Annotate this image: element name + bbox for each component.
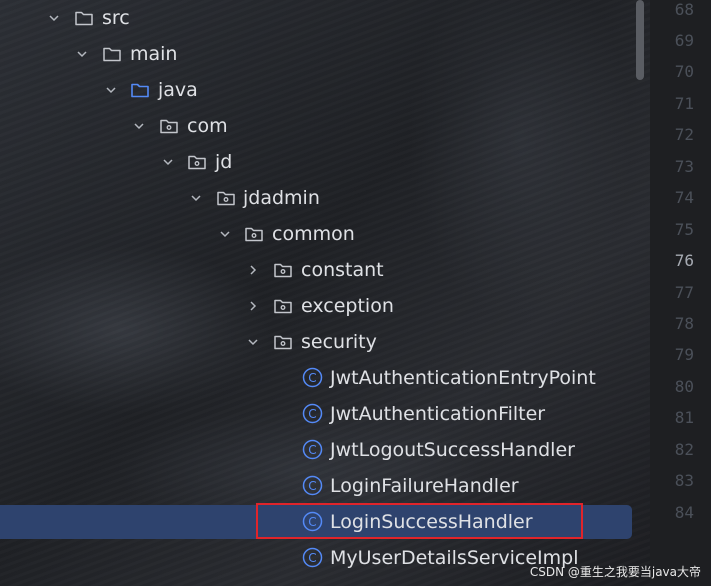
tree-label-java: java [158,79,198,101]
watermark-text: CSDN @重生之我要当java大帝 [529,565,701,579]
source-folder-icon [131,83,149,98]
folder-icon [75,11,93,26]
line-number: 68 [674,0,694,19]
java-class-icon: C [302,475,323,496]
tree-label-main: main [130,43,178,65]
tree-label-exception: exception [301,295,394,317]
line-number: 83 [674,471,694,490]
java-class-icon: C [302,439,323,460]
tree-label-class: LoginFailureHandler [330,475,519,497]
package-icon [274,263,292,278]
tree-label-common: common [272,223,355,245]
line-number: 75 [674,220,694,239]
package-icon [274,335,292,350]
java-class-icon: C [302,547,323,568]
scrollbar-thumb[interactable] [636,0,644,80]
tree-row-jd[interactable]: jd [0,144,650,180]
tree-row-class[interactable]: C JwtLogoutSuccessHandler [0,432,650,468]
chevron-down-icon[interactable] [74,46,90,62]
tree-row-class[interactable]: C JwtAuthenticationFilter [0,396,650,432]
line-number: 81 [674,408,694,427]
line-number: 79 [674,345,694,364]
line-number: 73 [674,157,694,176]
tree-label-security: security [301,331,377,353]
chevron-right-icon[interactable] [245,262,261,278]
line-number: 74 [674,188,694,207]
svg-text:C: C [308,479,316,493]
tree-row-class[interactable]: C LoginFailureHandler [0,468,650,504]
package-icon [245,227,263,242]
line-number: 82 [674,440,694,459]
svg-text:C: C [308,407,316,421]
package-icon [160,119,178,134]
tree-row-src[interactable]: src [0,0,650,36]
line-number: 71 [674,94,694,113]
chevron-down-icon[interactable] [217,226,233,242]
line-number: 77 [674,283,694,302]
tree-row-security[interactable]: security [0,324,650,360]
tree-row-constant[interactable]: constant [0,252,650,288]
svg-text:C: C [308,443,316,457]
annotation-highlight-box [256,503,583,539]
tree-label-com: com [187,115,228,137]
chevron-down-icon[interactable] [188,190,204,206]
chevron-down-icon[interactable] [46,10,62,26]
tree-label-jd: jd [215,151,233,173]
line-number: 78 [674,314,694,333]
tree-label-class: JwtLogoutSuccessHandler [330,439,575,461]
line-number: 84 [674,503,694,522]
tree-label-constant: constant [301,259,384,281]
tree-row-jdadmin[interactable]: jdadmin [0,180,650,216]
line-number: 80 [674,377,694,396]
tree-row-main[interactable]: main [0,36,650,72]
folder-icon [103,47,121,62]
tree-row-com[interactable]: com [0,108,650,144]
tree-label-jdadmin: jdadmin [243,187,320,209]
tree-row-common[interactable]: common [0,216,650,252]
package-icon [188,155,206,170]
chevron-down-icon[interactable] [160,154,176,170]
chevron-right-icon[interactable] [245,298,261,314]
line-number: 70 [674,62,694,81]
editor-gutter: 68 69 70 71 72 73 74 75 76 77 78 79 80 8… [650,0,711,586]
project-tree-panel: src main java com jd jdadmin common cons… [0,0,650,586]
java-class-icon: C [302,403,323,424]
current-line-number: 76 [674,251,694,270]
chevron-down-icon[interactable] [245,334,261,350]
tree-row-exception[interactable]: exception [0,288,650,324]
package-icon [217,191,235,206]
chevron-down-icon[interactable] [103,82,119,98]
tree-row-class[interactable]: C JwtAuthenticationEntryPoint [0,360,650,396]
chevron-down-icon[interactable] [131,118,147,134]
tree-label-src: src [102,7,130,29]
tree-label-class: JwtAuthenticationFilter [330,403,546,425]
tree-label-class: JwtAuthenticationEntryPoint [330,367,596,389]
line-number: 72 [674,125,694,144]
svg-text:C: C [308,551,316,565]
svg-text:C: C [308,371,316,385]
package-icon [274,299,292,314]
java-class-icon: C [302,367,323,388]
line-number: 69 [674,31,694,50]
tree-row-java[interactable]: java [0,72,650,108]
